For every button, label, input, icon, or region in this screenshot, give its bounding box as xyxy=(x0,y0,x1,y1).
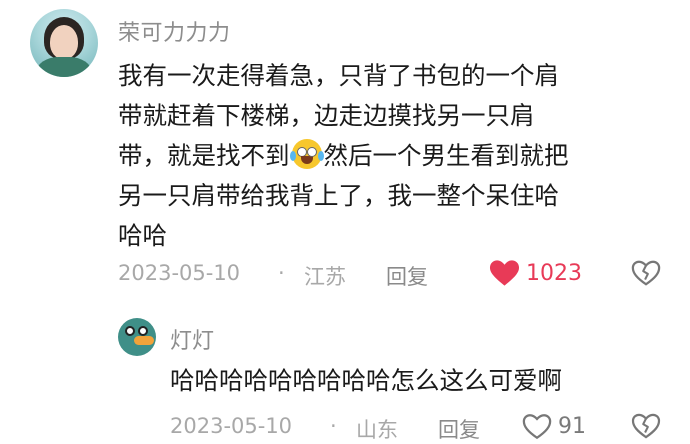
reply-button[interactable]: 回复 xyxy=(386,261,428,291)
reply-text: 哈哈哈哈哈哈哈哈哈怎么这么可爱啊 xyxy=(170,366,562,395)
avatar-eye xyxy=(125,326,135,336)
meta-separator: · xyxy=(330,414,337,438)
reply-date: 2023-05-10 xyxy=(170,414,293,438)
like-button[interactable]: 1023 xyxy=(489,259,582,287)
heart-outline-icon xyxy=(522,414,552,440)
comment-location: 江苏 xyxy=(304,265,346,289)
reply-like-count: 91 xyxy=(558,414,586,439)
like-count: 1023 xyxy=(526,260,582,286)
comment-line: 哈哈 xyxy=(118,221,167,250)
reply-location: 山东 xyxy=(356,418,398,442)
comment-text: 我有一次走得着急，只背了书包的一个肩 带就赶着下楼梯，边走边摸找另一只肩 带，就… xyxy=(118,56,653,256)
avatar-body xyxy=(36,57,92,77)
reply-like-button[interactable]: 91 xyxy=(522,413,586,440)
comment-line: 我有一次走得着急，只背了书包的一个肩 xyxy=(118,61,559,90)
comment-line-part: 带，就是找不到 xyxy=(118,141,290,170)
dislike-broken-heart-icon[interactable] xyxy=(631,259,661,287)
reply-username[interactable]: 灯灯 xyxy=(170,323,214,355)
avatar-face xyxy=(50,25,78,59)
reply-reply-button[interactable]: 回复 xyxy=(438,414,480,444)
crying-laughing-emoji-icon xyxy=(289,139,324,169)
reply-avatar[interactable] xyxy=(118,318,156,356)
avatar-eye xyxy=(138,326,148,336)
meta-separator: · xyxy=(278,261,285,285)
comment-line: 带就赶着下楼梯，边走边摸找另一只肩 xyxy=(118,101,535,130)
reply-dislike-broken-heart-icon[interactable] xyxy=(631,413,661,439)
comment-line-part: 然后一个男生看到就把 xyxy=(323,141,569,170)
comment-line: 另一只肩带给我背上了，我一整个呆住哈 xyxy=(118,181,559,210)
avatar-beak xyxy=(134,336,154,345)
comment-line: 带，就是找不到 然后一个男生看到就把 xyxy=(118,136,653,176)
heart-filled-icon xyxy=(489,260,520,286)
comment-date: 2023-05-10 xyxy=(118,261,241,285)
avatar[interactable] xyxy=(30,9,98,77)
comment-username[interactable]: 荣可力力力 xyxy=(118,15,231,47)
